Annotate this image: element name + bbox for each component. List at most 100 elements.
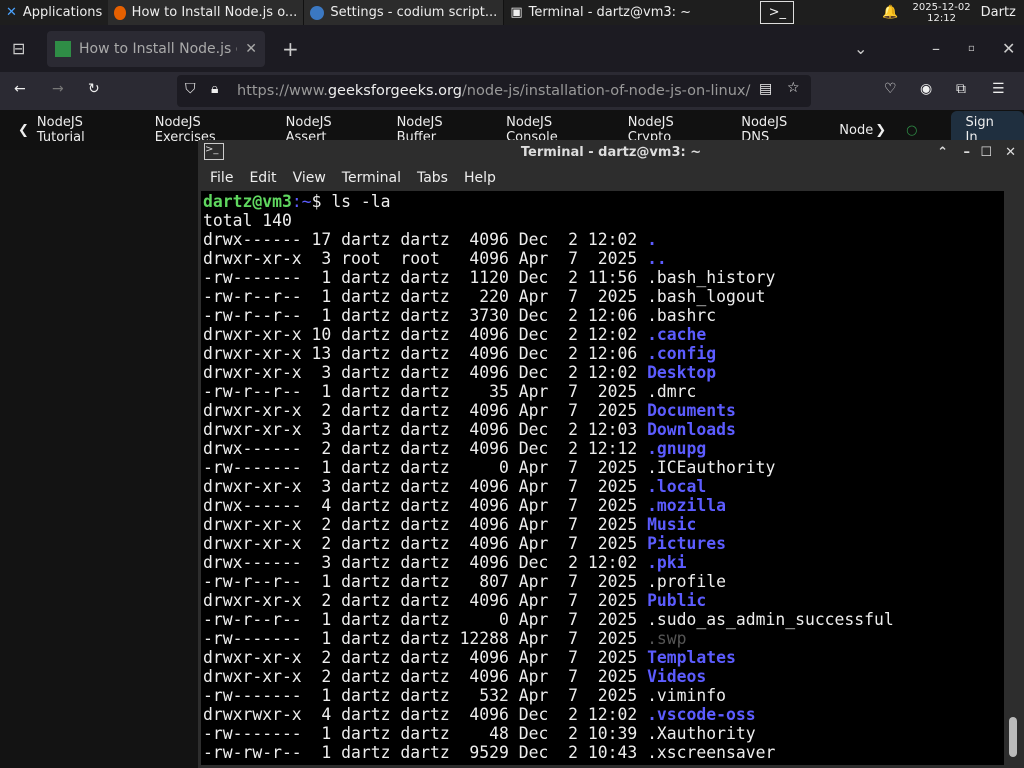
file-name: .. xyxy=(647,249,667,268)
menu-terminal[interactable]: Terminal xyxy=(334,170,409,186)
lock-icon: 🔒︎ xyxy=(211,81,219,97)
tab-overview-icon[interactable]: ⊟ xyxy=(12,39,25,58)
reader-view-icon[interactable]: ▤ xyxy=(759,81,772,97)
listing-row: -rw------- 1 dartz dartz 1120 Dec 2 11:5… xyxy=(203,268,1002,287)
minimize-icon[interactable]: – xyxy=(964,145,971,160)
file-meta: drwxr-xr-x 3 dartz dartz 4096 Apr 7 2025 xyxy=(203,477,648,496)
listing-row: drwx------ 17 dartz dartz 4096 Dec 2 12:… xyxy=(203,230,1002,249)
menu-help[interactable]: Help xyxy=(456,170,504,186)
file-name: .mozilla xyxy=(647,496,727,515)
file-name: .vscode-oss xyxy=(647,705,756,724)
file-meta: -rw------- 1 dartz dartz 0 Apr 7 2025 xyxy=(203,458,648,477)
forward-icon[interactable]: → xyxy=(52,81,64,97)
file-meta: -rw-r--r-- 1 dartz dartz 0 Apr 7 2025 xyxy=(203,610,648,629)
listing-row: drwxr-xr-x 2 dartz dartz 4096 Apr 7 2025… xyxy=(203,534,1002,553)
listing-row: -rw-r--r-- 1 dartz dartz 3730 Dec 2 12:0… xyxy=(203,306,1002,325)
codium-icon xyxy=(310,5,325,20)
bookmark-star-icon[interactable]: ☆ xyxy=(787,80,800,96)
close-window-icon[interactable]: ✕ xyxy=(1002,39,1015,58)
extensions-icon[interactable]: ⧉ xyxy=(956,81,966,97)
notification-bell-icon[interactable]: 🔔 xyxy=(882,5,898,20)
file-name: .Xauthority xyxy=(647,724,756,743)
file-meta: -rw-r--r-- 1 dartz dartz 220 Apr 7 2025 xyxy=(203,287,648,306)
menu-view[interactable]: View xyxy=(285,170,334,186)
close-icon[interactable]: ✕ xyxy=(1005,145,1016,160)
terminal-titlebar[interactable]: >_ Terminal - dartz@vm3: ~ ⌃ – ☐ ✕ xyxy=(198,140,1024,165)
file-meta: -rw-r--r-- 1 dartz dartz 35 Apr 7 2025 xyxy=(203,382,648,401)
nav-link[interactable]: NodeJS Tutorial xyxy=(37,115,135,145)
listing-row: drwxr-xr-x 3 dartz dartz 4096 Dec 2 12:0… xyxy=(203,363,1002,382)
reload-icon[interactable]: ↻ xyxy=(88,81,100,97)
minimize-icon[interactable]: – xyxy=(932,39,940,58)
url-bar[interactable]: ⛉ 🔒︎ https://www. geeksforgeeks.org/node-… xyxy=(177,75,811,107)
taskbar-item-browser[interactable]: How to Install Node.js o... xyxy=(108,0,305,25)
file-name: .xscreensaver xyxy=(647,743,776,762)
listing-row: drwx------ 3 dartz dartz 4096 Dec 2 12:0… xyxy=(203,553,1002,572)
terminal-output[interactable]: dartz@vm3:~$ ls -la total 140 drwx------ 1… xyxy=(201,191,1004,765)
file-meta: drwxr-xr-x 2 dartz dartz 4096 Apr 7 2025 xyxy=(203,648,648,667)
terminal-window: >_ Terminal - dartz@vm3: ~ ⌃ – ☐ ✕ File … xyxy=(198,140,1024,768)
file-meta: drwxr-xr-x 2 dartz dartz 4096 Apr 7 2025 xyxy=(203,591,648,610)
file-name: .bash_logout xyxy=(647,287,766,306)
shield-icon[interactable]: ⛉ xyxy=(185,81,196,97)
file-name: .gnupg xyxy=(647,439,707,458)
applications-menu[interactable]: ✕ Applications xyxy=(0,0,108,25)
terminal-app-icon: >_ xyxy=(204,143,224,160)
scroll-right-icon[interactable]: ❯ xyxy=(875,123,886,138)
clock[interactable]: 2025-12-02 12:12 xyxy=(913,2,971,24)
file-name: .dmrc xyxy=(647,382,697,401)
new-tab-icon[interactable]: + xyxy=(282,37,299,61)
user-menu[interactable]: Dartz xyxy=(981,5,1016,20)
file-meta: -rw-r--r-- 1 dartz dartz 807 Apr 7 2025 xyxy=(203,572,648,591)
menu-tabs[interactable]: Tabs xyxy=(409,170,456,186)
shade-icon[interactable]: ⌃ xyxy=(937,145,948,160)
listing-row: -rw------- 1 dartz dartz 48 Dec 2 10:39 … xyxy=(203,724,1002,743)
maximize-icon[interactable]: ▫ xyxy=(968,43,975,54)
taskbar-item-settings[interactable]: Settings - codium script... xyxy=(304,0,505,25)
listing-row: drwx------ 4 dartz dartz 4096 Apr 7 2025… xyxy=(203,496,1002,515)
hamburger-menu-icon[interactable]: ☰ xyxy=(992,81,1005,97)
nav-link[interactable]: Node xyxy=(839,123,873,138)
file-name: Videos xyxy=(647,667,707,686)
menu-edit[interactable]: Edit xyxy=(241,170,284,186)
back-icon[interactable]: ← xyxy=(14,81,26,97)
listing-row: drwxr-xr-x 2 dartz dartz 4096 Apr 7 2025… xyxy=(203,591,1002,610)
listing-row: -rw------- 1 dartz dartz 532 Apr 7 2025 … xyxy=(203,686,1002,705)
listing-row: -rw------- 1 dartz dartz 12288 Apr 7 202… xyxy=(203,629,1002,648)
file-name: .ICEauthority xyxy=(647,458,776,477)
file-meta: drwxr-xr-x 2 dartz dartz 4096 Apr 7 2025 xyxy=(203,401,648,420)
file-meta: drwxr-xr-x 2 dartz dartz 4096 Apr 7 2025 xyxy=(203,534,648,553)
file-meta: drwxr-xr-x 13 dartz dartz 4096 Dec 2 12:… xyxy=(203,344,648,363)
search-icon[interactable]: ○ xyxy=(906,123,917,138)
account-icon[interactable]: ◉ xyxy=(920,81,932,97)
file-name: Downloads xyxy=(647,420,736,439)
file-meta: -rw------- 1 dartz dartz 532 Apr 7 2025 xyxy=(203,686,648,705)
show-terminal-launcher[interactable]: >_ xyxy=(760,1,795,24)
file-meta: drwxrwxr-x 4 dartz dartz 4096 Dec 2 12:0… xyxy=(203,705,648,724)
browser-tab[interactable]: How to Install Node.js on ✕ xyxy=(47,31,265,67)
file-meta: drwx------ 17 dartz dartz 4096 Dec 2 12:… xyxy=(203,230,648,249)
tab-list-chevron-icon[interactable]: ⌄ xyxy=(854,39,867,58)
close-tab-icon[interactable]: ✕ xyxy=(245,41,257,57)
file-name: .sudo_as_admin_successful xyxy=(647,610,894,629)
listing-row: drwxr-xr-x 3 dartz dartz 4096 Apr 7 2025… xyxy=(203,477,1002,496)
menu-file[interactable]: File xyxy=(202,170,241,186)
file-name: Templates xyxy=(647,648,736,667)
xfce-logo-icon: ✕ xyxy=(6,5,17,20)
file-name: .bash_history xyxy=(647,268,776,287)
gfg-favicon-icon xyxy=(55,41,71,57)
listing-row: drwxr-xr-x 3 dartz dartz 4096 Dec 2 12:0… xyxy=(203,420,1002,439)
terminal-scrollbar[interactable] xyxy=(1006,191,1020,765)
scrollbar-thumb[interactable] xyxy=(1009,717,1017,757)
listing-row: drwxr-xr-x 13 dartz dartz 4096 Dec 2 12:… xyxy=(203,344,1002,363)
pocket-icon[interactable]: ♡ xyxy=(884,81,897,97)
listing-row: -rw-r--r-- 1 dartz dartz 807 Apr 7 2025 … xyxy=(203,572,1002,591)
file-meta: -rw------- 1 dartz dartz 48 Dec 2 10:39 xyxy=(203,724,648,743)
terminal-menubar: File Edit View Terminal Tabs Help xyxy=(198,165,1024,191)
listing-row: drwxrwxr-x 4 dartz dartz 4096 Dec 2 12:0… xyxy=(203,705,1002,724)
file-meta: drwxr-xr-x 2 dartz dartz 4096 Apr 7 2025 xyxy=(203,667,648,686)
scroll-left-icon[interactable]: ❮ xyxy=(18,123,29,138)
taskbar-item-terminal[interactable]: ▣ Terminal - dartz@vm3: ~ xyxy=(504,0,704,25)
file-name: .cache xyxy=(647,325,707,344)
maximize-icon[interactable]: ☐ xyxy=(980,145,992,160)
